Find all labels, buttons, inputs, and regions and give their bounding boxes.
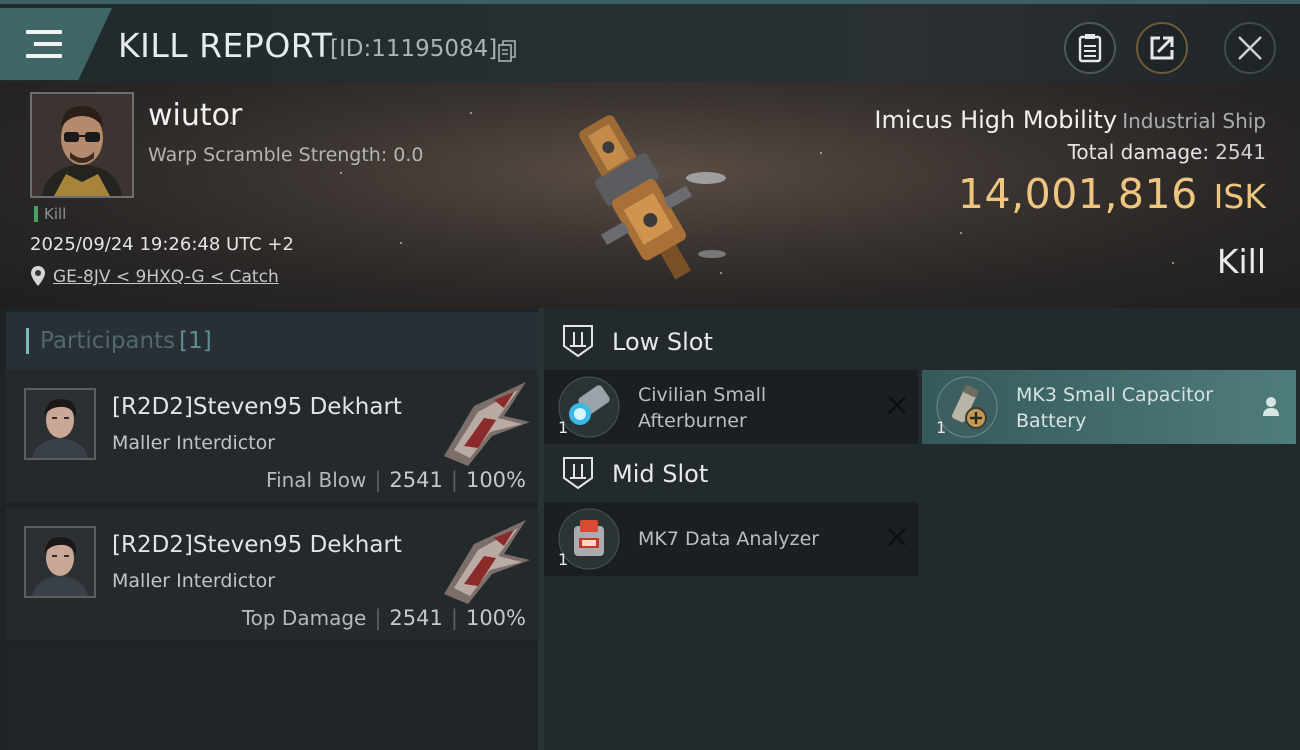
isk-value-line: 14,001,816 ISK	[958, 170, 1266, 218]
stats-separator: |	[374, 468, 382, 492]
participants-count: [1]	[179, 328, 212, 354]
fittings-panel: Low Slot 1 Civilian Small Afterburner 1 …	[544, 308, 1300, 750]
header-accent-bar	[26, 328, 29, 354]
close-icon	[1238, 36, 1262, 60]
kill-type-tag: Kill	[34, 206, 66, 222]
mid-slot-label: Mid Slot	[612, 460, 709, 488]
module-card[interactable]: 1 Civilian Small Afterburner	[544, 370, 918, 444]
star-decor	[1172, 262, 1174, 264]
total-damage-label: Total damage:	[1067, 140, 1210, 164]
victim-name[interactable]: wiutor	[148, 98, 242, 133]
person-icon	[1263, 397, 1279, 416]
stats-separator: |	[374, 606, 382, 630]
mid-slot-icon	[563, 457, 593, 490]
low-slot-header: Low Slot	[544, 312, 1300, 370]
copy-icon[interactable]	[498, 40, 516, 62]
participant-avatar[interactable]	[24, 526, 96, 598]
participant-tag: Final Blow	[266, 468, 367, 492]
participants-panel: Participants [1] [R2D2]Steven95 Dekhart M…	[0, 308, 540, 750]
mid-slot-header: Mid Slot	[544, 444, 1300, 502]
menu-icon	[26, 30, 62, 58]
module-quantity: 1	[936, 418, 947, 437]
participant-percent: 100%	[465, 606, 526, 630]
report-id: [ID:11195084]	[330, 36, 498, 62]
victim-banner: wiutor Warp Scramble Strength: 0.0 Kill …	[0, 82, 1300, 308]
clipboard-icon	[1078, 34, 1102, 63]
participants-title: Participants [1]	[40, 328, 212, 354]
participant-damage: 2541	[389, 468, 443, 492]
destroyed-icon	[888, 528, 906, 546]
total-damage-value: 2541	[1215, 140, 1266, 164]
header-bar: KILL REPORT [ID:11195084]	[0, 4, 1300, 82]
participant-ship: Maller Interdictor	[112, 432, 276, 454]
location-link[interactable]: GE-8JV < 9HXQ-G < Catch	[53, 267, 279, 287]
participant-name[interactable]: [R2D2]Steven95 Dekhart	[112, 532, 402, 558]
warp-scramble-strength: Warp Scramble Strength: 0.0	[148, 144, 424, 166]
module-name: Civilian Small Afterburner	[638, 384, 767, 432]
participant-row[interactable]: [R2D2]Steven95 Dekhart Maller Interdicto…	[6, 370, 538, 502]
victim-ship-image[interactable]	[548, 86, 748, 302]
star-decor	[400, 242, 402, 244]
destroyed-icon	[888, 396, 906, 414]
report-button[interactable]	[1064, 22, 1116, 74]
participant-row[interactable]: [R2D2]Steven95 Dekhart Maller Interdicto…	[6, 508, 538, 640]
module-card[interactable]: 1 MK3 Small Capacitor Battery	[922, 370, 1296, 444]
menu-button[interactable]	[0, 8, 112, 80]
share-button[interactable]	[1136, 22, 1188, 74]
participant-stats: Top Damage | 2541 | 100%	[242, 606, 526, 630]
module-name: MK7 Data Analyzer	[638, 528, 820, 550]
participant-avatar[interactable]	[24, 388, 96, 460]
empty-list-space	[6, 644, 538, 750]
result-label: Kill	[1216, 242, 1266, 281]
participants-label: Participants	[40, 328, 176, 354]
low-slot-label: Low Slot	[612, 328, 713, 356]
module-name: MK3 Small Capacitor Battery	[1016, 384, 1214, 432]
participant-name[interactable]: [R2D2]Steven95 Dekhart	[112, 394, 402, 420]
avatar-image	[32, 94, 132, 196]
location-pin-icon	[31, 266, 45, 286]
participant-ship-image	[444, 520, 530, 604]
participant-damage: 2541	[389, 606, 443, 630]
participant-stats: Final Blow | 2541 | 100%	[266, 468, 526, 492]
kill-timestamp: 2025/09/24 19:26:48 UTC +2	[30, 234, 294, 255]
ship-class: Industrial Ship	[1122, 109, 1266, 133]
star-decor	[960, 232, 962, 234]
ship-info: Imicus High Mobility Industrial Ship	[874, 106, 1266, 134]
page-title: KILL REPORT	[118, 26, 333, 65]
isk-value: 14,001,816	[957, 170, 1198, 218]
star-decor	[340, 172, 342, 174]
participant-percent: 100%	[465, 468, 526, 492]
participant-ship-image	[444, 382, 530, 466]
module-card[interactable]: 1 MK7 Data Analyzer	[544, 502, 918, 576]
stats-separator: |	[450, 606, 458, 630]
module-quantity: 1	[558, 418, 569, 437]
participant-tag: Top Damage	[241, 606, 367, 630]
isk-unit: ISK	[1213, 177, 1266, 216]
victim-avatar[interactable]	[30, 92, 134, 198]
module-quantity: 1	[558, 550, 569, 569]
avatar-image	[26, 390, 94, 458]
close-button[interactable]	[1224, 22, 1276, 74]
ship-name[interactable]: Imicus High Mobility	[874, 106, 1117, 134]
total-damage: Total damage: 2541	[1068, 140, 1266, 164]
star-decor	[470, 112, 472, 114]
avatar-image	[26, 528, 94, 596]
star-decor	[820, 152, 822, 154]
low-slot-icon	[563, 325, 593, 358]
share-icon	[1150, 36, 1174, 60]
participants-header: Participants [1]	[6, 312, 540, 370]
participant-ship: Maller Interdictor	[112, 570, 276, 592]
stats-separator: |	[450, 468, 458, 492]
